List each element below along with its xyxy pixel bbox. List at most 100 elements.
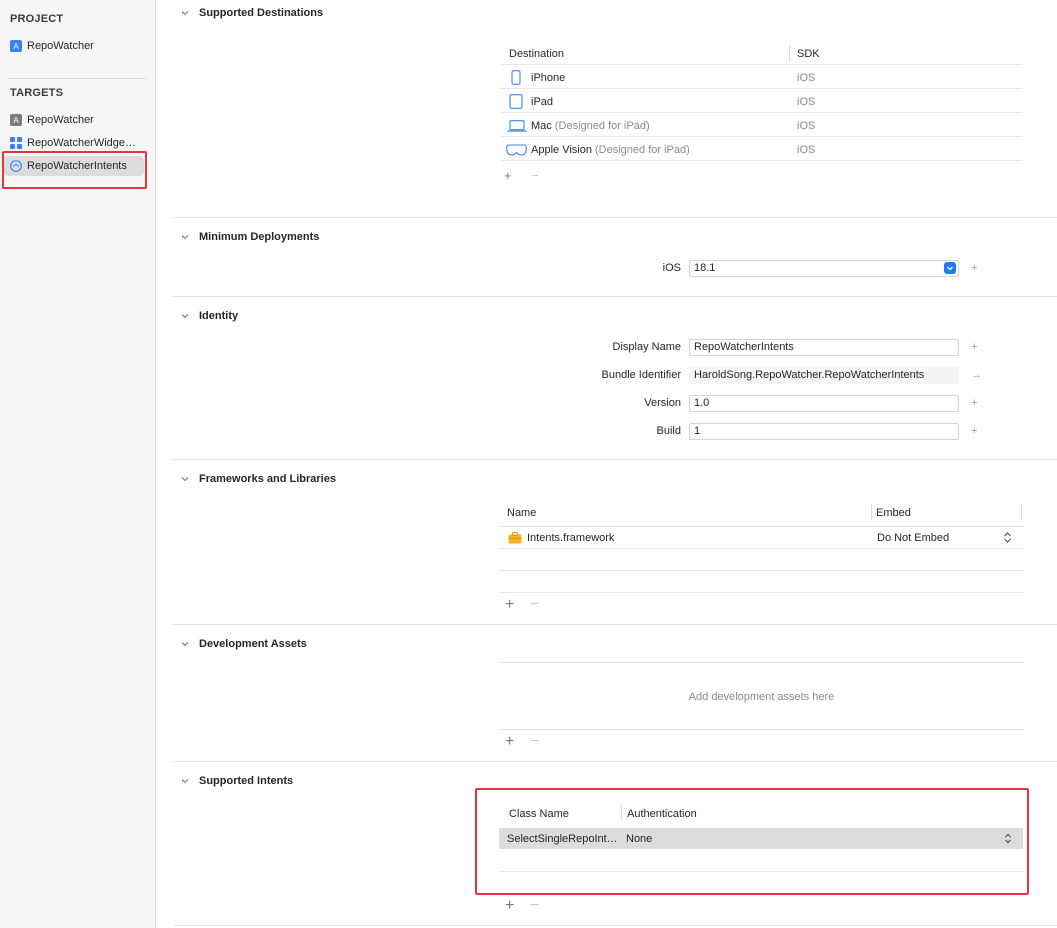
- section-divider: [173, 624, 1057, 625]
- section-divider: [173, 925, 1057, 926]
- add-intent-button[interactable]: +: [505, 898, 514, 914]
- intent-class-name: SelectSingleRepoInt…: [507, 833, 618, 845]
- destination-sdk: iOS: [797, 144, 816, 156]
- remove-intent-button[interactable]: −: [530, 898, 539, 914]
- row-divider: [501, 64, 1022, 65]
- sidebar-item-label: RepoWatcher: [27, 114, 94, 126]
- remove-framework-button[interactable]: −: [530, 597, 539, 613]
- add-destination-button[interactable]: +: [504, 168, 512, 184]
- col-header-embed[interactable]: Embed: [876, 507, 911, 519]
- remove-asset-button[interactable]: −: [530, 734, 539, 750]
- row-divider: [501, 112, 1022, 113]
- section-title-identity: Identity: [199, 310, 239, 322]
- version-label: Version: [644, 397, 681, 409]
- section-title-deployments: Minimum Deployments: [199, 231, 320, 243]
- chevron-down-icon[interactable]: [180, 474, 190, 484]
- column-separator: [789, 46, 790, 62]
- intents-target-icon: [10, 160, 22, 172]
- row-divider: [499, 526, 1024, 527]
- column-separator: [871, 504, 872, 520]
- destination-name: Mac (Designed for iPad): [531, 120, 650, 132]
- destination-sdk: iOS: [797, 96, 816, 108]
- build-field[interactable]: 1: [689, 423, 959, 440]
- remove-destination-button[interactable]: −: [531, 168, 539, 184]
- row-divider: [499, 662, 1024, 663]
- chevron-down-icon[interactable]: [180, 232, 190, 242]
- column-separator: [621, 805, 622, 821]
- row-divider: [501, 136, 1022, 137]
- row-divider: [501, 88, 1022, 89]
- embed-popup[interactable]: Do Not Embed: [877, 532, 949, 544]
- sidebar-item-intents[interactable]: RepoWatcherIntents: [4, 156, 144, 176]
- ipad-icon: [509, 94, 523, 109]
- build-plus[interactable]: +: [971, 425, 977, 437]
- chevron-down-icon[interactable]: [180, 311, 190, 321]
- ios-version-value: 18.1: [694, 262, 716, 274]
- section-divider: [173, 296, 1057, 297]
- section-title-intents: Supported Intents: [199, 775, 294, 787]
- row-divider: [499, 548, 1024, 549]
- sidebar-item-label: RepoWatcherWidge…: [27, 137, 137, 149]
- stepper-chevrons-icon[interactable]: [1003, 531, 1012, 544]
- col-header-name[interactable]: Name: [507, 507, 536, 519]
- destination-name: iPad: [531, 96, 554, 108]
- ios-version-popup[interactable]: 18.1: [689, 260, 959, 277]
- build-label: Build: [656, 425, 681, 437]
- destination-note: (Designed for iPad): [595, 144, 690, 156]
- version-plus[interactable]: +: [971, 397, 977, 409]
- stepper-chevrons-icon[interactable]: [1004, 833, 1012, 844]
- column-separator: [1021, 504, 1022, 520]
- section-divider: [173, 761, 1057, 762]
- vision-icon: [506, 144, 527, 156]
- bundle-id-arrow[interactable]: →: [971, 369, 982, 381]
- sidebar-item-repowatcher[interactable]: A RepoWatcher: [4, 110, 144, 130]
- section-title-frameworks: Frameworks and Libraries: [199, 473, 336, 485]
- bundle-id-field[interactable]: HaroldSong.RepoWatcher.RepoWatcherIntent…: [689, 367, 959, 384]
- project-icon: A: [10, 40, 22, 52]
- destination-name: iPhone: [531, 72, 566, 84]
- destination-name: Apple Vision (Designed for iPad): [531, 144, 690, 156]
- display-name-plus[interactable]: +: [971, 341, 977, 353]
- framework-icon: [508, 532, 522, 544]
- add-framework-button[interactable]: +: [505, 597, 514, 613]
- section-title-dev-assets: Development Assets: [199, 638, 307, 650]
- bundle-id-label: Bundle Identifier: [601, 369, 682, 381]
- section-divider: [173, 217, 1057, 218]
- display-name-field[interactable]: RepoWatcherIntents: [689, 339, 959, 356]
- intent-auth-popup[interactable]: None: [626, 833, 652, 845]
- add-deployment-button[interactable]: +: [971, 262, 977, 274]
- project-header: PROJECT: [10, 13, 64, 25]
- destination-note: (Designed for iPad): [554, 120, 650, 132]
- chevron-down-icon[interactable]: [180, 8, 190, 18]
- col-header-class-name[interactable]: Class Name: [509, 808, 569, 820]
- iphone-icon: [511, 70, 521, 85]
- section-title-destinations: Supported Destinations: [199, 7, 324, 19]
- row-divider: [501, 160, 1022, 161]
- table-row[interactable]: SelectSingleRepoInt… None: [499, 828, 1023, 849]
- widget-target-icon: [10, 137, 22, 149]
- row-divider: [499, 871, 1024, 872]
- chevron-down-icon[interactable]: [180, 776, 190, 786]
- sidebar-item-project[interactable]: A RepoWatcher: [4, 36, 144, 56]
- destination-sdk: iOS: [797, 72, 816, 84]
- app-target-icon: A: [10, 114, 22, 126]
- target-sidebar: PROJECT A RepoWatcher TARGETS A RepoWatc…: [0, 0, 156, 928]
- popup-chevron-icon: [944, 262, 956, 274]
- version-field[interactable]: 1.0: [689, 395, 959, 412]
- display-name-label: Display Name: [612, 341, 681, 353]
- row-divider: [499, 729, 1024, 730]
- mac-icon: [507, 120, 527, 132]
- destination-sdk: iOS: [797, 120, 816, 132]
- chevron-down-icon[interactable]: [180, 639, 190, 649]
- row-divider: [499, 592, 1024, 593]
- sidebar-item-label: RepoWatcherIntents: [27, 160, 127, 172]
- col-header-authentication[interactable]: Authentication: [627, 808, 697, 820]
- col-header-sdk[interactable]: SDK: [797, 48, 820, 60]
- add-asset-button[interactable]: +: [505, 734, 514, 750]
- sidebar-item-widget[interactable]: RepoWatcherWidge…: [4, 133, 144, 153]
- section-divider: [173, 459, 1057, 460]
- dev-assets-placeholder: Add development assets here: [688, 691, 835, 703]
- col-header-destination[interactable]: Destination: [509, 48, 564, 60]
- sidebar-item-label: RepoWatcher: [27, 40, 94, 52]
- ios-label: iOS: [662, 262, 681, 274]
